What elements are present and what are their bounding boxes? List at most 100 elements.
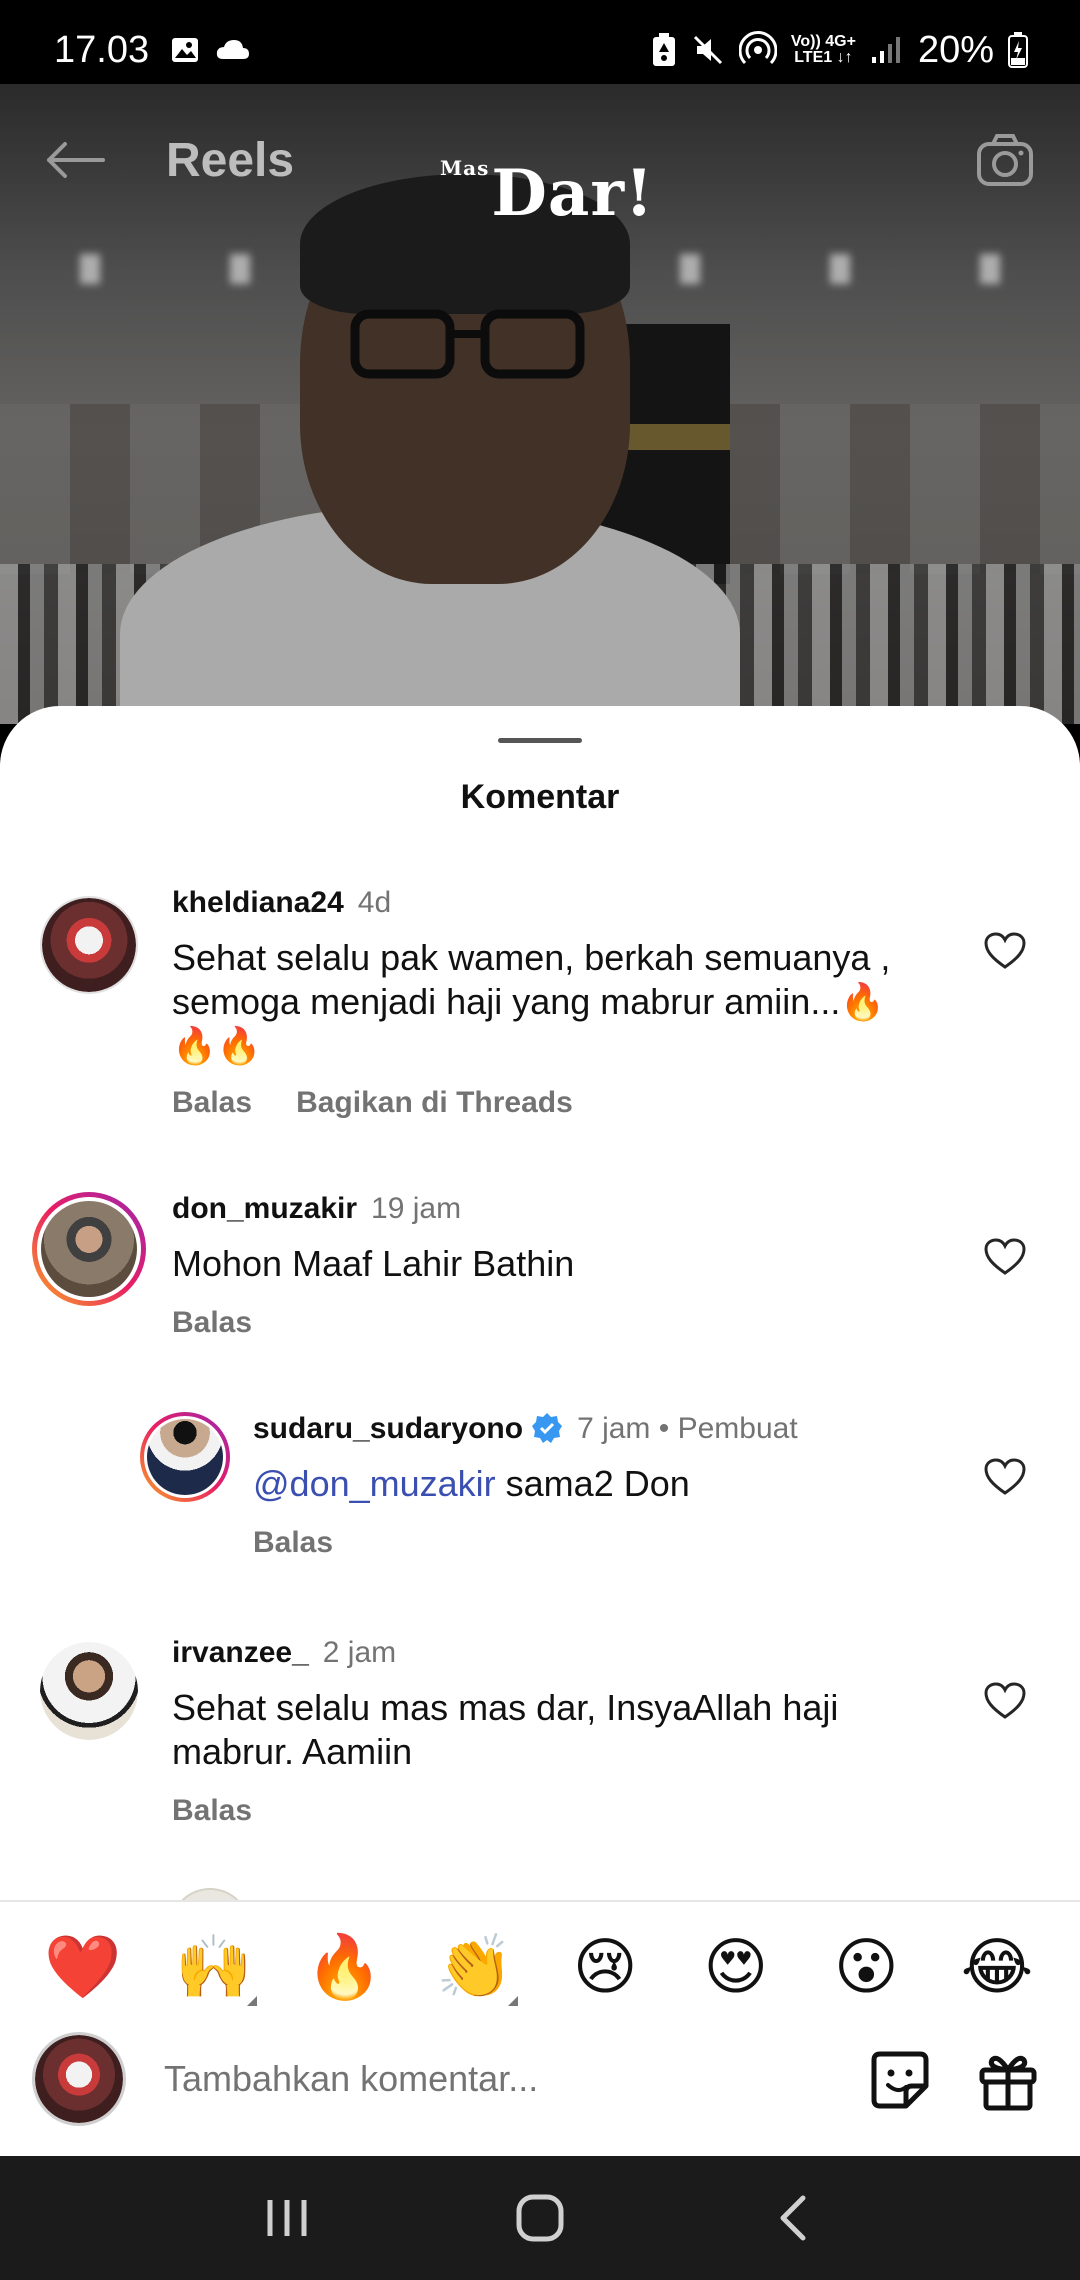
avatar-story-ring[interactable] [140,1412,230,1502]
home-icon [516,2194,564,2242]
camera-icon [977,134,1033,186]
mute-icon [693,35,722,65]
reply-button[interactable]: Balas [172,1794,252,1828]
heart-icon [984,1458,1026,1495]
comment-item: don_muzakir 19 jam Mohon Maaf Lahir Bathi… [0,1192,1080,1339]
comment-time: 7 jam [577,1412,651,1445]
comment-username-line: sudaru_sudaryono 7 jam • Pembuat [253,1412,798,1446]
signal-icon [871,37,900,63]
emoji-fire-button[interactable]: 🔥 [299,1922,389,2012]
network-indicator: Vo)) 4G+ LTE1 ↓↑ [791,34,856,66]
battery-saver-icon [652,33,675,66]
comment-actions: Balas [172,1794,252,1828]
emoji-surprised-button[interactable]: 😮 [821,1922,911,2012]
comment-item: irvanzee_ 2 jam Sehat selalu mas mas dar,… [0,1636,1080,1827]
comment-text: Sehat selalu pak wamen, berkah semuanya … [172,936,992,1068]
chevron-left-icon [780,2195,806,2241]
battery-percentage: 20% [917,28,994,71]
avatar-photo [147,1419,223,1495]
avatar-image [37,1197,141,1301]
status-time: 17.03 [54,28,150,71]
avatar[interactable] [40,1642,138,1740]
emoji-heart-button[interactable]: ❤️ [38,1922,128,2012]
comment-input-row [0,2022,1080,2138]
avatar-photo [41,1201,137,1297]
status-left-icons [169,34,251,66]
arrow-left-icon [47,142,105,178]
my-avatar [32,2032,126,2126]
comment-text-line: mabrur. Aamiin [172,1731,413,1772]
recent-apps-icon [267,2200,307,2236]
mention-link[interactable]: @don_muzakir [253,1463,496,1504]
author-label: Pembuat [677,1412,798,1445]
comment-item: kheldiana24 4d Sehat selalu pak wamen, be… [0,886,1080,1119]
emoji-laughing-button[interactable]: 😂 [952,1922,1042,2012]
emoji-clap-button[interactable]: 👏 [430,1922,520,2012]
avatar[interactable] [40,896,138,994]
reply-text: sama2 Don [495,1463,690,1504]
sheet-drag-handle[interactable] [498,738,582,743]
gallery-icon [172,38,199,62]
reply-button[interactable]: Balas [172,1086,252,1120]
comment-text-line: Sehat selalu mas mas dar, InsyaAllah haj… [172,1687,839,1728]
comment-text-line: 🔥🔥 [172,1025,262,1066]
comment-text: Mohon Maaf Lahir Bathin [172,1243,575,1284]
comment-text-line: Sehat selalu pak wamen, berkah semuanya … [172,937,891,978]
verified-badge-icon [532,1413,563,1443]
comment-username-line: irvanzee_ 2 jam [172,1636,396,1670]
avatar-image [40,1642,138,1740]
back-button[interactable] [40,125,110,195]
page-title: Reels [166,133,295,187]
avatar-image [42,898,136,992]
camera-button[interactable] [970,125,1040,195]
like-button[interactable] [980,1676,1030,1726]
comment-input[interactable] [164,2046,814,2112]
comment-username[interactable]: kheldiana24 [172,886,344,919]
reply-button[interactable]: Balas [253,1526,333,1560]
recent-apps-button[interactable] [242,2173,332,2263]
comment-username[interactable]: irvanzee_ [172,1636,309,1669]
comment-text: @don_muzakir sama2 Don [253,1462,1073,1506]
home-button[interactable] [495,2173,585,2263]
gift-icon [979,2055,1037,2111]
gift-button[interactable] [976,2048,1040,2112]
emoji-raised-hands-button[interactable]: 🙌 [169,1922,259,2012]
sheet-title: Komentar [460,778,620,816]
reply-item: sudaru_sudaryono 7 jam • Pembuat @don_muz… [0,1412,1080,1559]
battery-charging-icon [1008,32,1028,68]
like-button[interactable] [980,926,1030,976]
network-top-label: Vo)) 4G+ [790,33,856,50]
avatar-story-ring[interactable] [32,1192,146,1306]
comment-composer: ❤️ 🙌 🔥 👏 😢 😍 😮 😂 [0,1900,1080,2156]
system-nav-bar [0,2156,1080,2280]
separator-dot: • [650,1412,678,1445]
reply-button[interactable]: Balas [172,1306,252,1340]
status-right: Vo)) 4G+ LTE1 ↓↑ 20% [651,29,1028,72]
emoji-heart-eyes-button[interactable]: 😍 [691,1922,781,2012]
comment-time: 4d [357,886,392,919]
share-threads-button[interactable]: Bagikan di Threads [296,1086,573,1120]
comment-username[interactable]: sudaru_sudaryono [253,1412,523,1445]
comment-actions: Balas [253,1526,333,1560]
comment-username[interactable]: don_muzakir [172,1192,357,1225]
comment-actions: Balas [172,1306,252,1340]
heart-icon [984,1682,1026,1719]
network-bottom-label: LTE1 ↓↑ [794,49,853,66]
heart-icon [984,932,1026,969]
comment-time: 2 jam [322,1636,397,1669]
comment-text: Sehat selalu mas mas dar, InsyaAllah haj… [172,1686,992,1774]
comment-text-line: semoga menjadi haji yang mabrur amiin...… [172,981,886,1022]
emoji-crying-button[interactable]: 😢 [560,1922,650,2012]
comment-username-line: don_muzakir 19 jam [172,1192,461,1226]
like-button[interactable] [980,1232,1030,1282]
heart-icon [984,1238,1026,1275]
like-button[interactable] [980,1452,1030,1502]
comment-actions: Balas Bagikan di Threads [172,1086,573,1120]
back-nav-button[interactable] [748,2173,838,2263]
comment-username-line: kheldiana24 4d [172,886,391,920]
quick-emoji-bar: ❤️ 🙌 🔥 👏 😢 😍 😮 😂 [0,1922,1080,2012]
hotspot-icon [738,31,777,65]
cloud-icon [216,40,250,59]
sticker-button[interactable] [868,2048,932,2112]
avatar-image [144,1416,226,1498]
